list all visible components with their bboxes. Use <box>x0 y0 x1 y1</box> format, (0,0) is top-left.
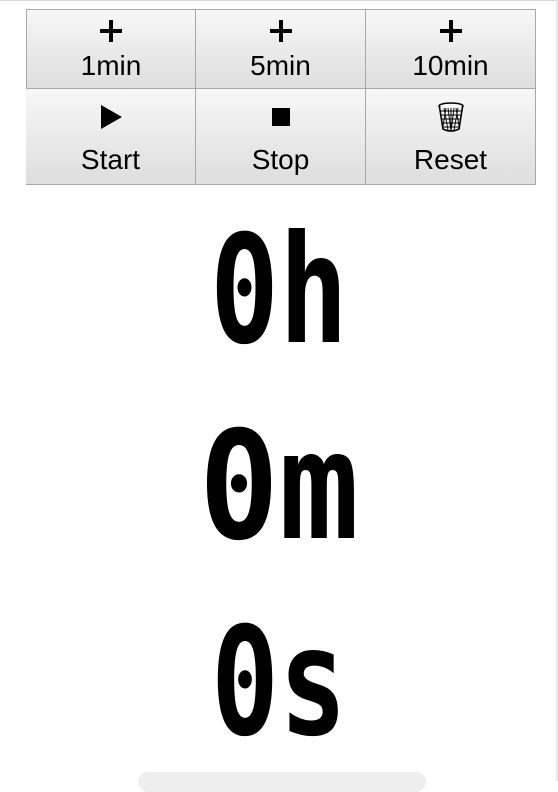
hours-readout: 0h <box>210 226 348 350</box>
play-icon <box>99 89 123 145</box>
stop-button[interactable]: Stop <box>196 89 366 185</box>
add-10min-label: 10min <box>412 50 489 81</box>
reset-button[interactable]: Reset <box>366 89 536 185</box>
reset-label: Reset <box>413 144 488 175</box>
seconds-text: 0s <box>211 618 347 742</box>
plus-icon <box>269 10 293 52</box>
hours-text: 0h <box>210 226 348 350</box>
add-5min-button[interactable]: 5min <box>196 9 366 89</box>
stop-label: Stop <box>251 144 310 175</box>
minutes-display: 0m <box>0 422 558 546</box>
start-label: Start <box>80 144 141 175</box>
start-button[interactable]: Start <box>26 89 196 185</box>
add-5min-label: 5min <box>250 50 311 81</box>
bottom-bar <box>138 772 426 792</box>
hours-display: 0h <box>0 226 558 350</box>
seconds-readout: 0s <box>211 618 347 742</box>
add-1min-button[interactable]: 1min <box>26 9 196 89</box>
top-border <box>0 0 556 1</box>
seconds-display: 0s <box>0 618 558 742</box>
stop-icon <box>271 89 290 145</box>
plus-icon <box>439 10 463 52</box>
minutes-readout: 0m <box>199 422 359 546</box>
plus-icon <box>99 10 123 52</box>
trash-icon <box>437 89 464 145</box>
add-10min-button[interactable]: 10min <box>366 9 536 89</box>
minutes-text: 0m <box>199 422 359 546</box>
control-panel: 1min 5min 10min Start Stop Reset <box>26 9 536 185</box>
add-1min-label: 1min <box>80 50 142 81</box>
